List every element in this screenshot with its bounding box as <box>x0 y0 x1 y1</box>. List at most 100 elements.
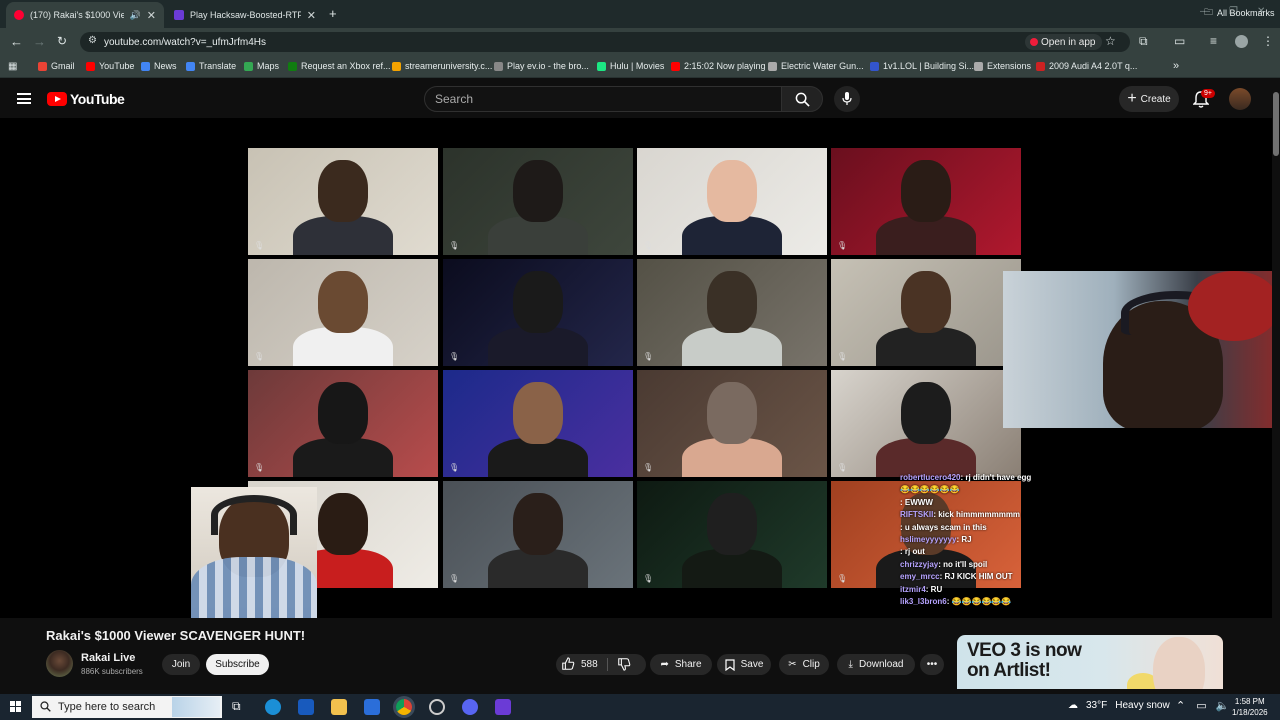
hamburger-menu-icon[interactable] <box>17 93 31 104</box>
ad-banner[interactable]: VEO 3 is now on Artlist! <box>957 635 1223 689</box>
cast-icon[interactable]: ▭ <box>1174 34 1185 48</box>
bookmark-item[interactable]: Translate <box>186 61 236 71</box>
tab-hacksaw[interactable]: Play Hacksaw-Boosted-RTP Ca ✕ <box>166 2 324 28</box>
chat-message: : rj out <box>900 546 1080 558</box>
system-app-icon[interactable] <box>429 699 445 715</box>
network-icon[interactable]: ▭ <box>1196 700 1206 712</box>
bookmark-item[interactable]: Maps <box>244 61 279 71</box>
open-in-app-button[interactable]: Open in app <box>1025 34 1102 50</box>
like-button[interactable]: 588 <box>561 657 598 671</box>
weather-widget[interactable]: ☁ 33°F Heavy snow <box>1068 700 1170 711</box>
profile-avatar-icon[interactable] <box>1235 35 1248 48</box>
chrome-menu-icon[interactable]: ⋮ <box>1262 34 1274 48</box>
chat-username: emy_mrcc <box>900 572 940 582</box>
muted-mic-icon: 🎙 <box>837 352 848 361</box>
voice-search-button[interactable] <box>834 86 860 112</box>
join-button[interactable]: Join <box>162 654 200 675</box>
download-button[interactable]: ⤓ Download <box>837 654 915 675</box>
file-explorer-icon[interactable] <box>331 699 347 715</box>
volume-icon[interactable]: 🔈 <box>1216 700 1230 712</box>
apps-grid-icon[interactable]: ▦ <box>8 61 17 72</box>
bookmark-item[interactable]: Extensions <box>974 61 1031 71</box>
save-button[interactable]: Save <box>717 654 771 675</box>
site-info-icon[interactable]: ⚙ <box>88 35 97 46</box>
bookmark-item[interactable]: News <box>141 61 177 71</box>
extensions-icon[interactable]: ⧉ <box>1139 34 1148 49</box>
forward-arrow-icon[interactable]: → <box>33 34 46 49</box>
channel-avatar[interactable] <box>46 650 73 677</box>
bookmark-label: Gmail <box>51 61 75 71</box>
bookmark-item[interactable]: 2009 Audi A4 2.0T q... <box>1036 61 1137 71</box>
chat-message: : EWWW <box>900 497 1080 509</box>
thumbs-down-icon[interactable] <box>617 657 631 671</box>
discord-app-icon[interactable] <box>462 699 478 715</box>
speaker-icon[interactable]: 🔊 <box>130 10 141 21</box>
edge-browser-icon[interactable] <box>265 699 281 715</box>
close-tab-icon[interactable]: ✕ <box>147 9 156 22</box>
clock-date: 1/18/2026 <box>1232 708 1268 717</box>
all-bookmarks-button[interactable]: 🗀 All Bookmarks <box>1204 5 1275 21</box>
bookmark-item[interactable]: Electric Water Gun... <box>768 61 864 71</box>
participant-tile: 🎙 <box>831 370 1021 477</box>
participant-tile: 🎙 <box>443 370 633 477</box>
participant-tile: 🎙 <box>637 481 827 588</box>
account-avatar[interactable] <box>1229 88 1251 110</box>
chat-message: itzmir4: RU <box>900 584 1080 596</box>
new-tab-plus-icon[interactable]: + <box>329 6 337 21</box>
host-facecam-overlay <box>191 487 317 618</box>
like-divider <box>607 658 608 671</box>
task-view-icon[interactable]: ⧉ <box>232 699 248 715</box>
muted-mic-icon: 🎙 <box>643 241 654 250</box>
tray-chevron-icon[interactable]: ⌃ <box>1176 700 1185 712</box>
tab-youtube[interactable]: (170) Rakai's $1000 Viewer 🔊 ✕ <box>6 2 164 28</box>
search-icon <box>795 92 810 107</box>
muted-mic-icon: 🎙 <box>837 574 848 583</box>
clip-button[interactable]: ✂ Clip <box>779 654 829 675</box>
share-button[interactable]: ➦ Share <box>650 654 712 675</box>
chat-username: RIFTSKII <box>900 510 934 520</box>
taskbar-clock[interactable]: 1:58 PM 1/18/2026 <box>1232 696 1268 718</box>
search-button[interactable] <box>781 86 823 112</box>
bookmarks-overflow-chevron-icon[interactable]: » <box>1173 60 1179 72</box>
taskbar-search-input[interactable]: Type here to search <box>32 696 222 718</box>
search-input[interactable]: Search <box>424 86 782 112</box>
bookmark-item[interactable]: streameruniversity.c... <box>392 61 492 71</box>
store-app-icon[interactable] <box>364 699 380 715</box>
muted-mic-icon: 🎙 <box>643 574 654 583</box>
bookmark-item[interactable]: Request an Xbox ref... <box>288 61 391 71</box>
bookmark-item[interactable]: 1v1.LOL | Building Si... <box>870 61 974 71</box>
subscribe-button[interactable]: Subscribe <box>206 654 269 675</box>
taskbar-search-placeholder: Type here to search <box>58 701 156 713</box>
bookmark-item[interactable]: YouTube <box>86 61 134 71</box>
back-arrow-icon[interactable]: ← <box>10 34 23 49</box>
bookmark-favicon-icon <box>870 61 879 71</box>
more-actions-button[interactable]: ••• <box>920 654 944 675</box>
muted-mic-icon: 🎙 <box>449 463 460 472</box>
chat-message: hslimeyyyyyyy: RJ <box>900 534 1080 546</box>
tab-strip: (170) Rakai's $1000 Viewer 🔊 ✕ Play Hack… <box>0 0 1280 28</box>
bookmark-item[interactable]: Hulu | Movies <box>597 61 664 71</box>
bookmark-item[interactable]: 2:15:02 Now playing <box>671 61 766 71</box>
download-label: Download <box>858 659 904 670</box>
scrollbar-thumb[interactable] <box>1273 92 1279 156</box>
close-tab-icon[interactable]: ✕ <box>307 9 316 22</box>
video-title: Rakai's $1000 Viewer SCAVENGER HUNT! <box>46 628 306 643</box>
chat-username: lik3_l3bron6 <box>900 597 947 607</box>
page-scrollbar[interactable] <box>1272 80 1280 690</box>
chat-text: : u always scam in this <box>900 522 987 532</box>
create-button[interactable]: + Create <box>1119 86 1179 112</box>
media-controls-icon[interactable]: ≡ <box>1210 34 1217 48</box>
reload-icon[interactable]: ↻ <box>57 34 67 48</box>
youtube-logo[interactable]: YouTube <box>47 91 125 107</box>
chrome-app-icon[interactable] <box>396 699 412 715</box>
clock-time: 1:58 PM <box>1234 697 1265 706</box>
purple-app-icon[interactable] <box>495 699 511 715</box>
bookmark-star-icon[interactable]: ☆ <box>1105 34 1116 48</box>
address-bar[interactable]: ⚙ youtube.com/watch?v=_ufmJrfm4Hs <box>80 32 1130 52</box>
channel-name[interactable]: Rakai Live <box>81 652 135 664</box>
tab-title: Play Hacksaw-Boosted-RTP Ca <box>190 10 301 20</box>
windows-start-icon[interactable] <box>10 701 22 713</box>
bookmark-item[interactable]: Gmail <box>38 61 75 71</box>
word-app-icon[interactable] <box>298 699 314 715</box>
bookmark-item[interactable]: Play ev.io - the bro... <box>494 61 589 71</box>
